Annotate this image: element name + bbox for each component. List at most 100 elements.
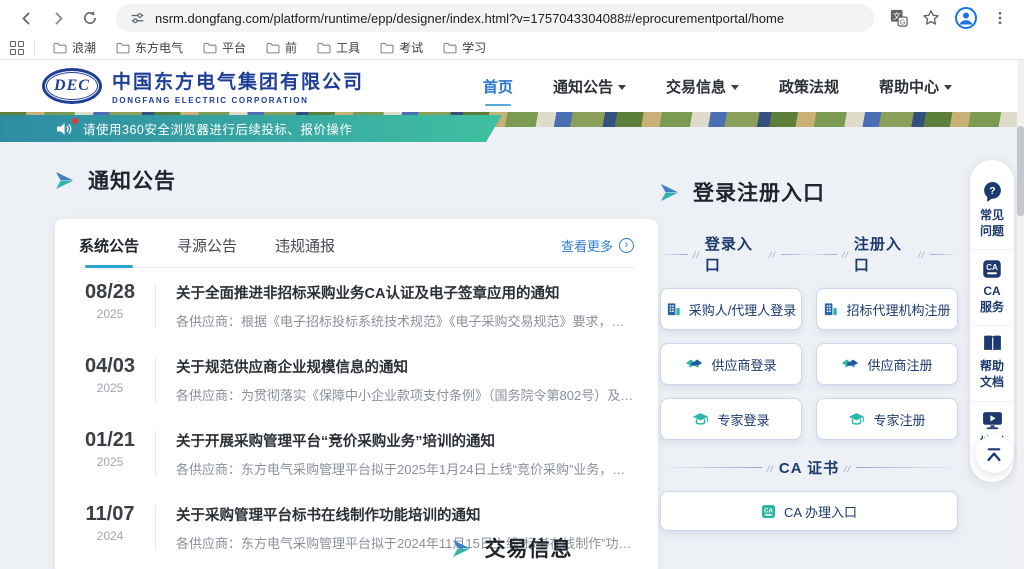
graduation-cap-icon	[692, 412, 709, 427]
supplier-register-button[interactable]: 供应商注册	[816, 343, 958, 385]
folder-icon	[266, 42, 280, 54]
main-nav: 首页 通知公告 交易信息 政策法规 帮助中心	[483, 76, 982, 97]
bookmark-folder[interactable]: 浪潮	[45, 37, 104, 58]
ca-service-shortcut[interactable]: CA CA服务	[970, 249, 1014, 325]
menu-dots-icon[interactable]	[992, 10, 1008, 26]
webpage: DEC 中国东方电气集团有限公司 DONGFANG ELECTRIC CORPO…	[0, 60, 1024, 569]
bookmarks-bar: 浪潮 东方电气 平台 前 工具 考试 学习	[0, 36, 1024, 59]
svg-text:G: G	[900, 17, 906, 26]
buyer-agent-login-button[interactable]: 采购人/代理人登录	[660, 288, 802, 330]
notice-date: 04/03 2025	[79, 355, 141, 395]
folder-icon	[317, 42, 331, 54]
notice-title[interactable]: 关于全面推进非招标采购业务CA认证及电子签章应用的通知	[176, 282, 634, 303]
section-arrow-icon	[55, 172, 74, 189]
bookmark-label: 学习	[462, 39, 486, 56]
translate-icon[interactable]: 文G	[890, 9, 908, 27]
folder-icon	[203, 42, 217, 54]
company-logo[interactable]: DEC 中国东方电气集团有限公司 DONGFANG ELECTRIC CORPO…	[42, 67, 364, 105]
page-content: 通知公告 系统公告 寻源公告 违规通报 查看更多 › 08/28 2025	[0, 127, 1024, 569]
folder-icon	[116, 42, 130, 54]
notice-desc: 各供应商：为贯彻落实《保障中小企业款项支付条例》（国务院令第802号）及《中小企…	[176, 385, 634, 404]
expert-register-button[interactable]: 专家注册	[816, 398, 958, 440]
nav-item-home[interactable]: 首页	[483, 76, 513, 97]
scrollbar-track[interactable]	[1017, 60, 1024, 569]
trade-info-section: 交易信息	[0, 533, 1024, 563]
section-arrow-icon	[452, 540, 471, 557]
divider	[155, 283, 156, 328]
divider	[155, 431, 156, 476]
tab-sourcing-notices[interactable]: 寻源公告	[177, 235, 237, 256]
back-to-top-icon	[985, 447, 1003, 462]
bookmark-folder[interactable]: 考试	[372, 37, 431, 58]
bookmark-label: 平台	[222, 39, 246, 56]
bookmark-folder[interactable]: 学习	[435, 37, 494, 58]
chevron-down-icon	[618, 85, 626, 90]
section-title: 交易信息	[485, 533, 573, 563]
notices-section: 通知公告 系统公告 寻源公告 违规通报 查看更多 › 08/28 2025	[55, 165, 658, 569]
help-doc-icon	[982, 335, 1003, 354]
ca-apply-button[interactable]: CA CA 办理入口	[660, 491, 958, 531]
forward-icon[interactable]	[45, 5, 71, 31]
notice-row[interactable]: 08/28 2025 关于全面推进非招标采购业务CA认证及电子签章应用的通知 各…	[79, 268, 634, 342]
bookmark-folder[interactable]: 平台	[195, 37, 254, 58]
login-heading: 登录注册入口	[660, 177, 958, 207]
bookmark-folder[interactable]: 工具	[309, 37, 368, 58]
bookmark-folder[interactable]: 前	[258, 37, 305, 58]
back-to-top-button[interactable]	[975, 435, 1013, 473]
reload-icon[interactable]	[77, 5, 103, 31]
register-entry-header: 注册入口	[809, 233, 958, 275]
question-icon: ?	[982, 181, 1003, 203]
ca-icon: CA	[761, 504, 776, 519]
notice-desc: 各供应商：根据《电子招标投标系统技术规范》《电子采购交易规范》要求，东方电气采购…	[176, 311, 634, 330]
view-more-link[interactable]: 查看更多 ›	[561, 236, 634, 255]
address-bar[interactable]: nsrm.dongfang.com/platform/runtime/epp/d…	[116, 4, 874, 32]
bookmark-label: 考试	[399, 39, 423, 56]
nav-item-notices[interactable]: 通知公告	[553, 76, 626, 97]
supplier-login-button[interactable]: 供应商登录	[660, 343, 802, 385]
bid-agency-register-button[interactable]: 招标代理机构注册	[816, 288, 958, 330]
site-settings-icon[interactable]	[130, 11, 145, 26]
notice-desc: 各供应商：东方电气采购管理平台拟于2025年1月24日上线“竞价采购”业务，为帮…	[176, 459, 634, 478]
entry-headers: 登录入口 注册入口	[660, 233, 958, 275]
tab-system-notices[interactable]: 系统公告	[79, 235, 139, 256]
folder-icon	[380, 42, 394, 54]
announcement-ribbon: 请使用360安全浏览器进行后续投标、报价操作	[0, 115, 502, 142]
toolbar-actions: 文G	[884, 6, 1014, 30]
notice-row[interactable]: 04/03 2025 关于规范供应商企业规模信息的通知 各供应商：为贯彻落实《保…	[79, 342, 634, 416]
notice-title[interactable]: 关于开展采购管理平台“竞价采购业务”培训的通知	[176, 430, 634, 451]
nav-item-policies[interactable]: 政策法规	[779, 76, 839, 97]
notices-card: 系统公告 寻源公告 违规通报 查看更多 › 08/28 2025 关于	[55, 219, 658, 569]
folder-icon	[53, 42, 67, 54]
apps-grid-icon[interactable]	[10, 41, 24, 55]
faq-shortcut[interactable]: ? 常见问题	[970, 172, 1014, 249]
bookmark-star-icon[interactable]	[922, 9, 940, 27]
chevron-down-icon	[944, 85, 952, 90]
nav-item-help-center[interactable]: 帮助中心	[879, 76, 952, 97]
ca-cert-header: CA 证书	[660, 457, 958, 478]
profile-avatar-icon[interactable]	[954, 6, 978, 30]
tab-violation-reports[interactable]: 违规通报	[275, 235, 335, 256]
scrollbar-thumb[interactable]	[1017, 126, 1024, 216]
notice-date: 08/28 2025	[79, 281, 141, 321]
notice-tabs: 系统公告 寻源公告 违规通报 查看更多 ›	[79, 235, 634, 268]
svg-text:?: ?	[989, 186, 995, 197]
back-icon[interactable]	[13, 5, 39, 31]
login-entry-header: 登录入口	[660, 233, 809, 275]
expert-login-button[interactable]: 专家登录	[660, 398, 802, 440]
bookmark-label: 前	[285, 39, 297, 56]
bookmarks-divider	[34, 41, 35, 55]
notice-row[interactable]: 01/21 2025 关于开展采购管理平台“竞价采购业务”培训的通知 各供应商：…	[79, 416, 634, 490]
bookmark-label: 工具	[336, 39, 360, 56]
folder-icon	[443, 42, 457, 54]
notice-title[interactable]: 关于采购管理平台标书在线制作功能培训的通知	[176, 504, 634, 525]
svg-text:CA: CA	[986, 263, 998, 272]
nav-item-trade-info[interactable]: 交易信息	[666, 76, 739, 97]
divider	[155, 357, 156, 402]
help-doc-shortcut[interactable]: 帮助文档	[970, 325, 1014, 400]
notice-title[interactable]: 关于规范供应商企业规模信息的通知	[176, 356, 634, 377]
bookmark-label: 东方电气	[135, 39, 183, 56]
bookmark-folder[interactable]: 东方电气	[108, 37, 191, 58]
dec-logo-icon: DEC	[42, 68, 102, 104]
quick-access-sidebar: ? 常见问题 CA CA服务 帮助文档 培训视频	[970, 160, 1014, 482]
building-icon	[823, 302, 838, 317]
